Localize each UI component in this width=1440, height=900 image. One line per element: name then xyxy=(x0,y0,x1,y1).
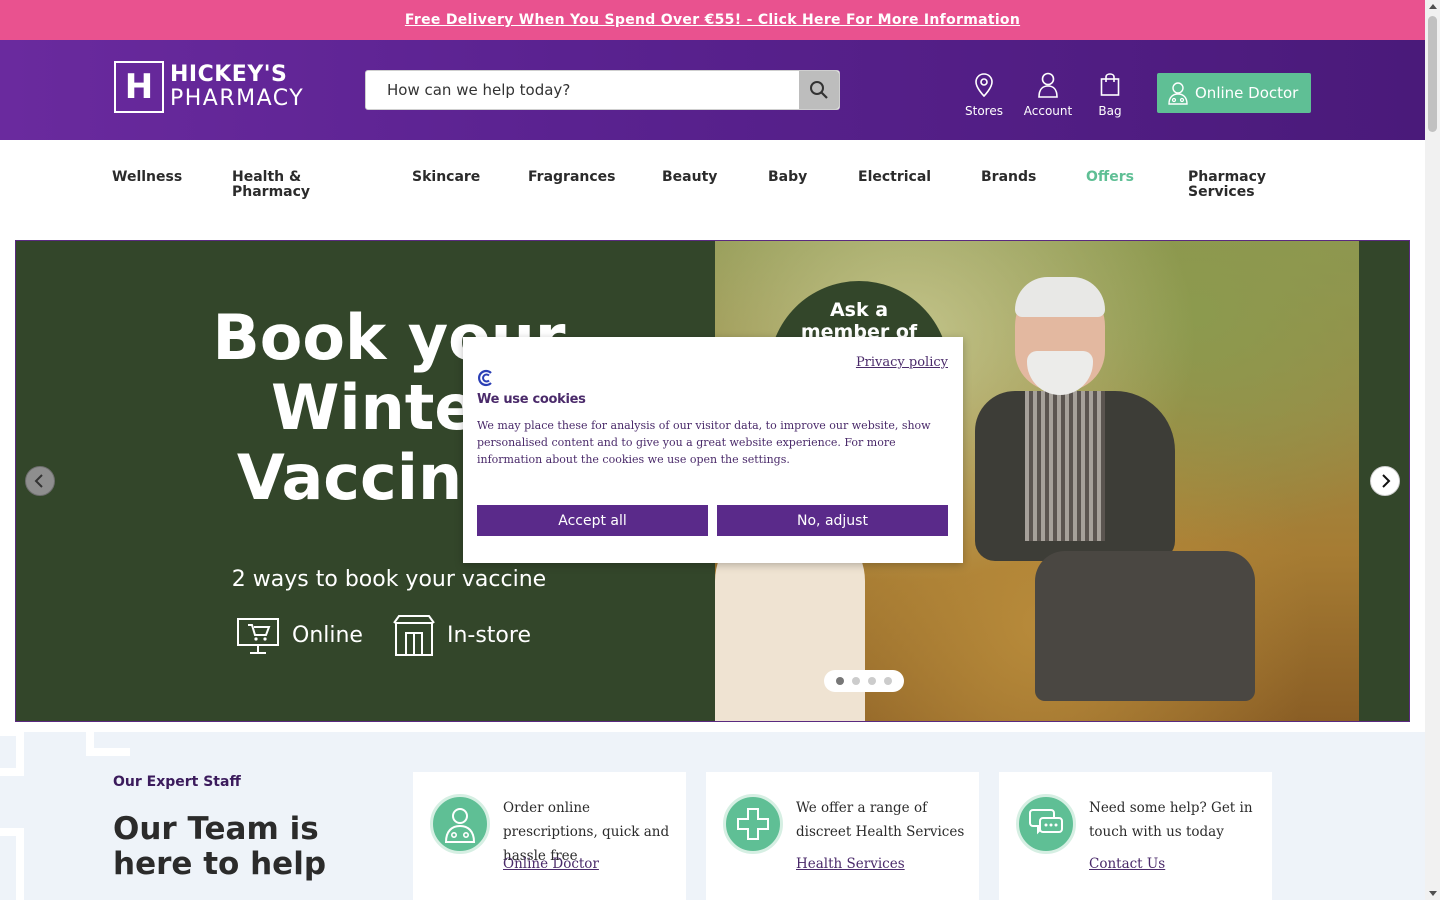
carousel-dot-1[interactable] xyxy=(836,677,844,685)
computer-cart-icon xyxy=(237,618,279,654)
location-pin-icon xyxy=(975,73,993,97)
logo-line-2: PHARMACY xyxy=(170,86,305,111)
card-icon-circle xyxy=(723,794,783,854)
nav-item-beauty[interactable]: Beauty xyxy=(662,170,717,185)
cookie-consent-logo xyxy=(477,369,495,391)
search-icon xyxy=(810,81,828,99)
carousel-prev-button[interactable] xyxy=(25,466,55,496)
chevron-left-icon xyxy=(34,474,43,488)
doctor-icon xyxy=(1168,82,1188,105)
user-icon xyxy=(1038,72,1058,98)
medical-cross-icon xyxy=(737,808,769,840)
carousel-dot-4[interactable] xyxy=(884,677,892,685)
chat-icon xyxy=(1029,809,1063,835)
main-nav: Wellness Health & Pharmacy Skincare Frag… xyxy=(0,140,1425,240)
cookie-logo-icon xyxy=(478,369,492,387)
stores-label: Stores xyxy=(965,104,1003,118)
card-icon-circle xyxy=(1016,794,1076,854)
carousel-next-button[interactable] xyxy=(1370,466,1400,496)
accept-all-button[interactable]: Accept all xyxy=(477,505,708,536)
logo-mark: H xyxy=(114,61,164,113)
account-label: Account xyxy=(1023,104,1073,118)
card-icon-circle xyxy=(430,794,490,854)
carousel-dots xyxy=(824,670,904,692)
nav-item-health-pharmacy[interactable]: Health & Pharmacy xyxy=(232,170,310,200)
way-instore-label: In-store xyxy=(446,622,531,648)
cookie-modal: Privacy policy We use cookies We may pla… xyxy=(463,337,963,563)
nav-item-fragrances[interactable]: Fragrances xyxy=(528,170,616,185)
cookie-body: We may place these for analysis of our v… xyxy=(477,419,931,466)
service-card-contact: Need some help? Get in touch with us tod… xyxy=(999,772,1272,900)
team-section: Our Expert Staff Our Team is here to hel… xyxy=(0,732,1425,900)
page: Free Delivery When You Spend Over €55! -… xyxy=(0,0,1440,900)
no-adjust-button[interactable]: No, adjust xyxy=(717,505,948,536)
logo-text: HICKEY'S PHARMACY xyxy=(170,64,304,110)
team-title: Our Team is here to help xyxy=(113,811,327,882)
nav-item-brands[interactable]: Brands xyxy=(981,170,1036,185)
chevron-right-icon xyxy=(1382,474,1391,488)
bag-label: Bag xyxy=(1098,104,1122,118)
carousel-dot-2[interactable] xyxy=(852,677,860,685)
way-online-label: Online xyxy=(292,622,363,648)
contact-us-link[interactable]: Contact Us xyxy=(1089,856,1165,872)
bag-link[interactable]: Bag xyxy=(1080,70,1140,118)
stores-link[interactable]: Stores xyxy=(954,70,1014,118)
health-services-link[interactable]: Health Services xyxy=(796,856,905,872)
way-instore: In-store xyxy=(393,613,531,657)
scroll-up-arrow-icon[interactable] xyxy=(1429,4,1437,9)
way-online: Online xyxy=(236,613,363,657)
logo-line-1: HICKEY'S xyxy=(170,62,288,87)
nav-item-pharmacy-services[interactable]: Pharmacy Services xyxy=(1188,170,1266,200)
store-icon xyxy=(393,615,435,656)
cookie-title: We use cookies xyxy=(477,392,586,407)
page-scrollbar[interactable] xyxy=(1425,0,1440,900)
nav-item-skincare[interactable]: Skincare xyxy=(412,170,480,185)
online-doctor-link[interactable]: Online Doctor xyxy=(503,856,599,872)
account-link[interactable]: Account xyxy=(1018,70,1078,118)
hero-booking-options: Online In-store xyxy=(236,613,561,657)
scroll-down-arrow-icon[interactable] xyxy=(1429,891,1437,896)
card-description: Need some help? Get in touch with us tod… xyxy=(1089,800,1253,840)
elderly-man-figure xyxy=(955,277,1255,711)
service-card-health: We offer a range of discreet Health Serv… xyxy=(706,772,979,900)
search-input[interactable] xyxy=(366,71,799,109)
site-header: H HICKEY'S PHARMACY Stores xyxy=(0,40,1425,140)
online-doctor-label: Online Doctor xyxy=(1195,84,1299,102)
privacy-policy-link[interactable]: Privacy policy xyxy=(856,355,948,370)
card-description: We offer a range of discreet Health Serv… xyxy=(796,800,965,840)
search-button[interactable] xyxy=(799,71,839,109)
service-card-prescriptions: Order online prescriptions, quick and ha… xyxy=(413,772,686,900)
scrollbar-thumb[interactable] xyxy=(1428,16,1437,132)
promo-link[interactable]: Free Delivery When You Spend Over €55! -… xyxy=(405,12,1020,28)
doctor-icon xyxy=(444,808,476,843)
nav-item-wellness[interactable]: Wellness xyxy=(112,170,182,185)
shopping-bag-icon xyxy=(1100,73,1120,96)
logo[interactable]: H HICKEY'S PHARMACY xyxy=(114,61,304,113)
carousel-dot-3[interactable] xyxy=(868,677,876,685)
online-doctor-button[interactable]: Online Doctor xyxy=(1157,73,1311,113)
hero-subtitle: 2 ways to book your vaccine xyxy=(231,567,547,592)
team-kicker: Our Expert Staff xyxy=(113,774,241,790)
search-bar xyxy=(365,70,840,110)
nav-item-offers[interactable]: Offers xyxy=(1086,170,1134,185)
nav-item-electrical[interactable]: Electrical xyxy=(858,170,931,185)
promo-bar: Free Delivery When You Spend Over €55! -… xyxy=(0,0,1425,40)
nav-item-baby[interactable]: Baby xyxy=(768,170,807,185)
